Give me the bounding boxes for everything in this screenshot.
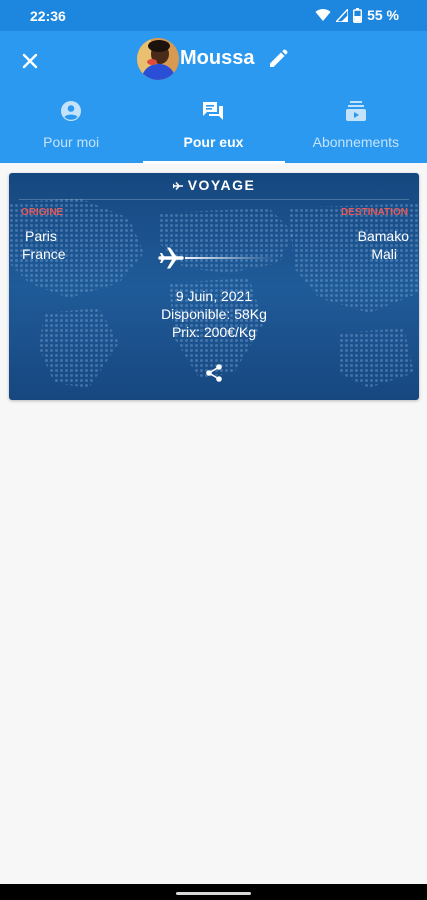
card-title: VOYAGE xyxy=(9,177,419,193)
origin-label: ORIGINE xyxy=(21,207,64,218)
destination-city: Bamako xyxy=(357,228,409,244)
status-time: 22:36 xyxy=(30,8,66,24)
tab-label: Pour moi xyxy=(43,134,100,150)
battery-icon xyxy=(353,7,363,23)
home-gesture-handle[interactable] xyxy=(176,892,251,895)
profile-name: Moussa xyxy=(180,47,255,69)
active-tab-indicator xyxy=(143,161,285,164)
battery-percent: 55 % xyxy=(367,7,399,23)
account-circle-icon xyxy=(61,101,82,121)
pencil-icon xyxy=(270,49,288,67)
close-button[interactable] xyxy=(16,47,44,75)
origin-country: France xyxy=(22,246,66,262)
trip-available-weight: Disponible: 58Kg xyxy=(161,306,267,322)
trip-date: 9 Juin, 2021 xyxy=(175,288,253,304)
tab-pour-eux[interactable]: Pour eux xyxy=(142,95,284,163)
app-header: Moussa Pour moi Pour eux Abonnements xyxy=(0,31,427,164)
flight-path-line xyxy=(185,257,275,259)
tab-bar: Pour moi Pour eux Abonnements xyxy=(0,95,427,164)
tab-label: Abonnements xyxy=(312,134,400,150)
trip-price: Prix: 200€/Kg xyxy=(171,324,257,340)
wifi-icon xyxy=(315,9,331,21)
signal-icon xyxy=(336,8,349,22)
trip-card[interactable]: VOYAGE ORIGINE DESTINATION Paris France … xyxy=(9,173,419,400)
airplane-icon xyxy=(158,247,184,269)
destination-country: Mali xyxy=(371,246,397,262)
forum-icon xyxy=(203,102,224,120)
avatar[interactable] xyxy=(137,38,179,80)
tab-label: Pour eux xyxy=(183,134,244,150)
origin-city: Paris xyxy=(25,228,57,244)
tab-abonnements[interactable]: Abonnements xyxy=(285,95,427,163)
card-title-text: VOYAGE xyxy=(187,177,256,193)
edit-button[interactable] xyxy=(265,46,291,72)
close-icon xyxy=(22,53,38,69)
status-indicators: 55 % xyxy=(315,7,399,23)
system-nav-bar xyxy=(0,884,427,900)
destination-label: DESTINATION xyxy=(340,207,408,218)
status-bar: 22:36 55 % xyxy=(0,0,427,31)
card-divider xyxy=(19,199,409,200)
subscriptions-icon xyxy=(345,101,366,121)
tab-pour-moi[interactable]: Pour moi xyxy=(0,95,142,163)
airplane-icon xyxy=(172,182,183,191)
share-icon[interactable] xyxy=(204,363,224,383)
avatar-photo xyxy=(137,38,179,80)
